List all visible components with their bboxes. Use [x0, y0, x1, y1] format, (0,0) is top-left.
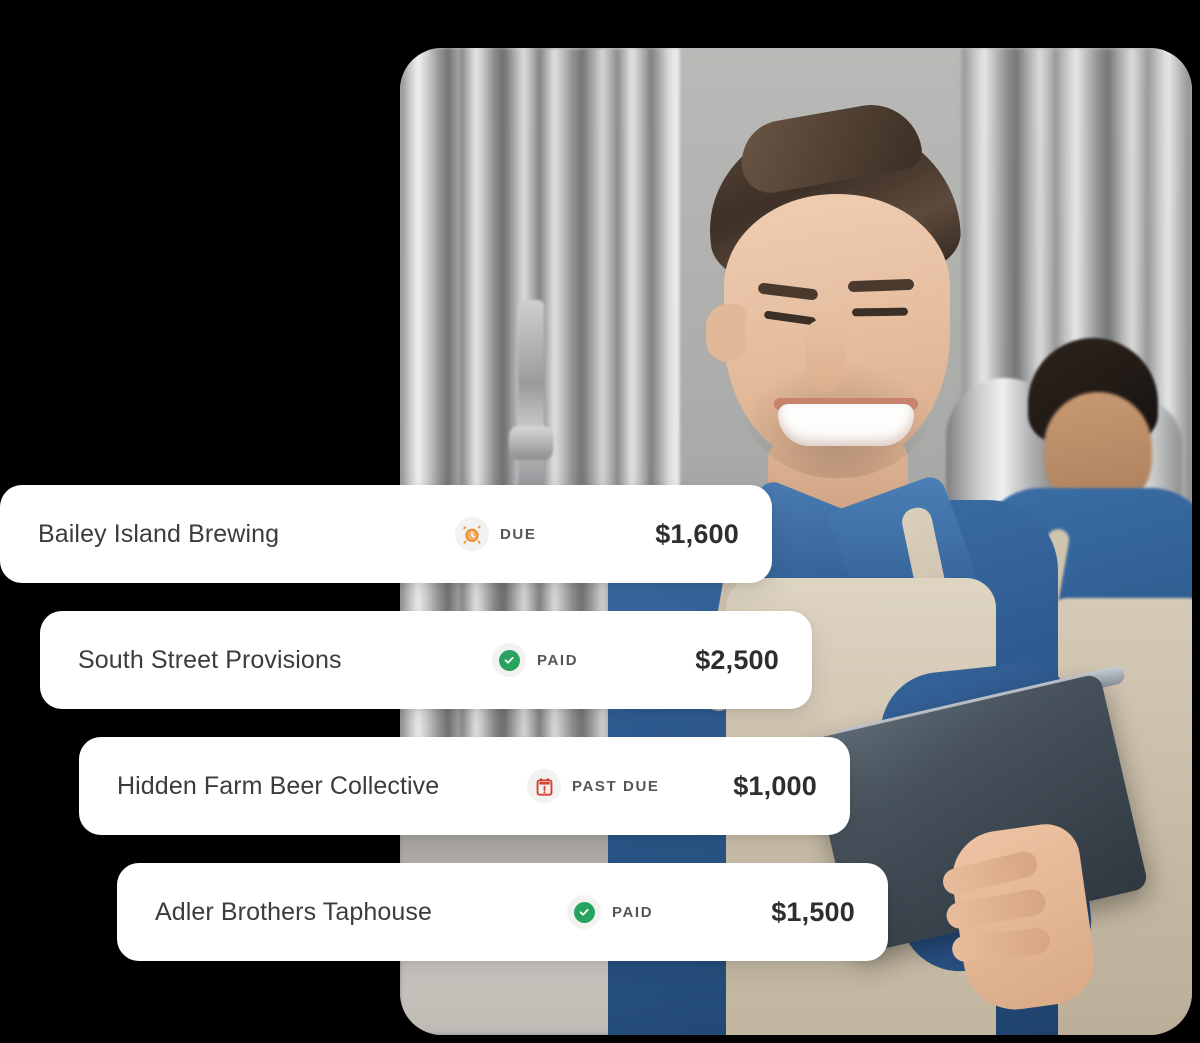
- invoice-customer-name: Bailey Island Brewing: [38, 519, 280, 548]
- status-badge-label: PAID: [612, 903, 654, 921]
- status-badge: DUE: [455, 517, 536, 551]
- smile: [778, 404, 914, 446]
- tank-valve: [509, 300, 553, 510]
- invoice-customer-name: South Street Provisions: [78, 645, 342, 674]
- status-badge: PAID: [492, 643, 578, 677]
- calendar-alert-icon: [527, 769, 561, 803]
- invoice-row[interactable]: Adler Brothers Taphouse PAID $1,500: [117, 863, 888, 961]
- status-badge-label: PAST DUE: [572, 777, 660, 795]
- status-badge: PAID: [567, 895, 653, 929]
- eyebrow-right: [847, 278, 915, 293]
- check-circle-icon: [567, 895, 601, 929]
- status-badge: PAST DUE: [527, 769, 660, 803]
- check-circle-icon: [492, 643, 526, 677]
- invoice-amount: $1,000: [733, 770, 817, 801]
- invoice-amount: $1,600: [655, 518, 739, 549]
- status-badge-label: PAID: [537, 651, 579, 669]
- invoice-amount: $1,500: [771, 896, 855, 927]
- nose: [806, 320, 846, 392]
- eye-right: [851, 307, 909, 317]
- invoice-amount: $2,500: [695, 644, 779, 675]
- status-badge-label: DUE: [500, 525, 537, 543]
- invoice-row[interactable]: South Street Provisions PAID $2,500: [40, 611, 812, 709]
- alarm-clock-icon: [455, 517, 489, 551]
- invoice-customer-name: Hidden Farm Beer Collective: [117, 771, 440, 800]
- ear: [706, 304, 746, 362]
- invoice-row[interactable]: Bailey Island Brewing DUE $1,600: [0, 485, 772, 583]
- screenshot-root: Bailey Island Brewing DUE $1,600 South S…: [0, 0, 1200, 1043]
- invoice-row[interactable]: Hidden Farm Beer Collective PAST DUE $1,…: [79, 737, 850, 835]
- invoice-customer-name: Adler Brothers Taphouse: [155, 897, 433, 926]
